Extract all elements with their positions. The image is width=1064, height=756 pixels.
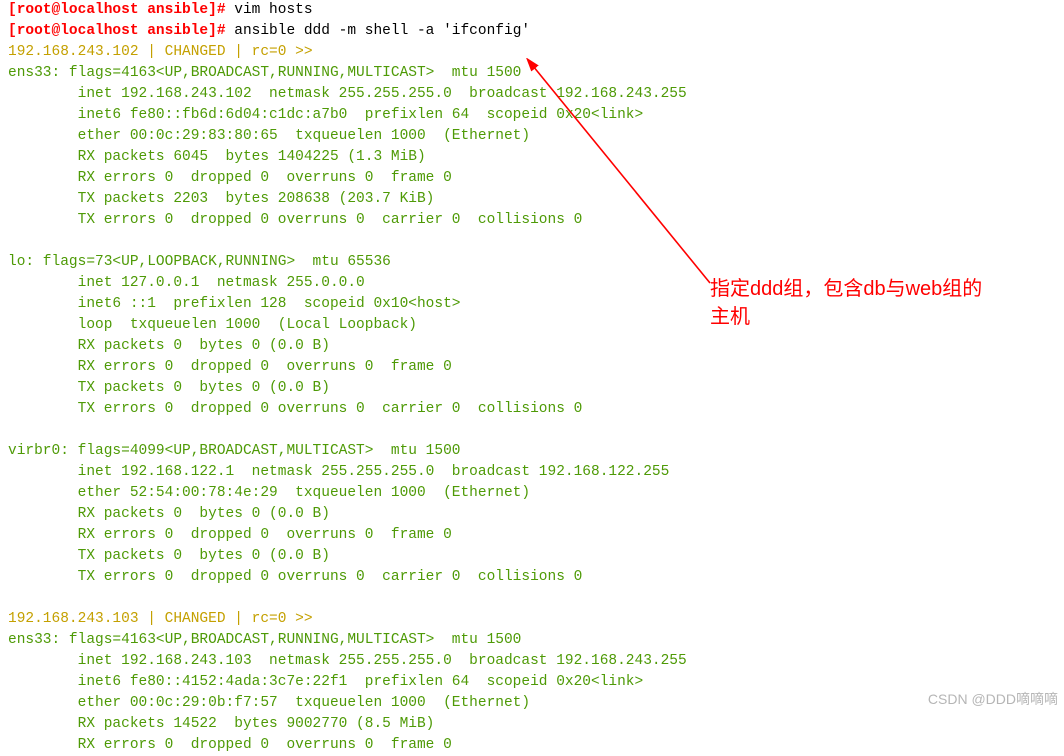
output-line: TX packets 0 bytes 0 (0.0 B)	[8, 378, 1056, 399]
output-line: ether 52:54:00:78:4e:29 txqueuelen 1000 …	[8, 483, 1056, 504]
terminal-line-command[interactable]: [root@localhost ansible]# ansible ddd -m…	[8, 21, 1056, 42]
output-line: ens33: flags=4163<UP,BROADCAST,RUNNING,M…	[8, 63, 1056, 84]
output-line: inet 192.168.122.1 netmask 255.255.255.0…	[8, 462, 1056, 483]
output-line: TX errors 0 dropped 0 overruns 0 carrier…	[8, 210, 1056, 231]
output-line: RX errors 0 dropped 0 overruns 0 frame 0	[8, 525, 1056, 546]
output-line: ens33: flags=4163<UP,BROADCAST,RUNNING,M…	[8, 630, 1056, 651]
output-line: TX errors 0 dropped 0 overruns 0 carrier…	[8, 567, 1056, 588]
output-line: RX errors 0 dropped 0 overruns 0 frame 0	[8, 357, 1056, 378]
output-line: virbr0: flags=4099<UP,BROADCAST,MULTICAS…	[8, 441, 1056, 462]
shell-prompt: [root@localhost ansible]#	[8, 2, 226, 18]
output-line	[8, 588, 1056, 609]
terminal-line-prev: [root@localhost ansible]# vim hosts	[8, 0, 1056, 21]
output-line: 192.168.243.103 | CHANGED | rc=0 >>	[8, 609, 1056, 630]
output-line: inet6 fe80::4152:4ada:3c7e:22f1 prefixle…	[8, 672, 1056, 693]
output-line: inet 192.168.243.103 netmask 255.255.255…	[8, 651, 1056, 672]
output-line	[8, 231, 1056, 252]
output-line: RX errors 0 dropped 0 overruns 0 frame 0	[8, 168, 1056, 189]
output-line: TX packets 2203 bytes 208638 (203.7 KiB)	[8, 189, 1056, 210]
output-line: TX errors 0 dropped 0 overruns 0 carrier…	[8, 399, 1056, 420]
output-line: lo: flags=73<UP,LOOPBACK,RUNNING> mtu 65…	[8, 252, 1056, 273]
output-line: inet6 fe80::fb6d:6d04:c1dc:a7b0 prefixle…	[8, 105, 1056, 126]
annotation-line-2: 主机	[710, 303, 982, 331]
output-line	[8, 420, 1056, 441]
annotation-line-1: 指定ddd组，包含db与web组的	[710, 275, 982, 303]
output-line: RX packets 0 bytes 0 (0.0 B)	[8, 504, 1056, 525]
shell-prev-command: vim hosts	[226, 2, 313, 18]
annotation-text: 指定ddd组，包含db与web组的 主机	[710, 275, 982, 331]
output-line: TX packets 0 bytes 0 (0.0 B)	[8, 546, 1056, 567]
terminal-output: 192.168.243.102 | CHANGED | rc=0 >>ens33…	[8, 42, 1056, 756]
output-line: 192.168.243.102 | CHANGED | rc=0 >>	[8, 42, 1056, 63]
output-line: ether 00:0c:29:0b:f7:57 txqueuelen 1000 …	[8, 693, 1056, 714]
shell-command-text: ansible ddd -m shell -a 'ifconfig'	[226, 23, 531, 39]
watermark: CSDN @DDD嘀嘀嘀	[928, 689, 1058, 710]
output-line: ether 00:0c:29:83:80:65 txqueuelen 1000 …	[8, 126, 1056, 147]
shell-prompt: [root@localhost ansible]#	[8, 23, 226, 39]
output-line: RX packets 14522 bytes 9002770 (8.5 MiB)	[8, 714, 1056, 735]
output-line: RX packets 6045 bytes 1404225 (1.3 MiB)	[8, 147, 1056, 168]
output-line: RX errors 0 dropped 0 overruns 0 frame 0	[8, 735, 1056, 756]
output-line: inet 192.168.243.102 netmask 255.255.255…	[8, 84, 1056, 105]
output-line: RX packets 0 bytes 0 (0.0 B)	[8, 336, 1056, 357]
